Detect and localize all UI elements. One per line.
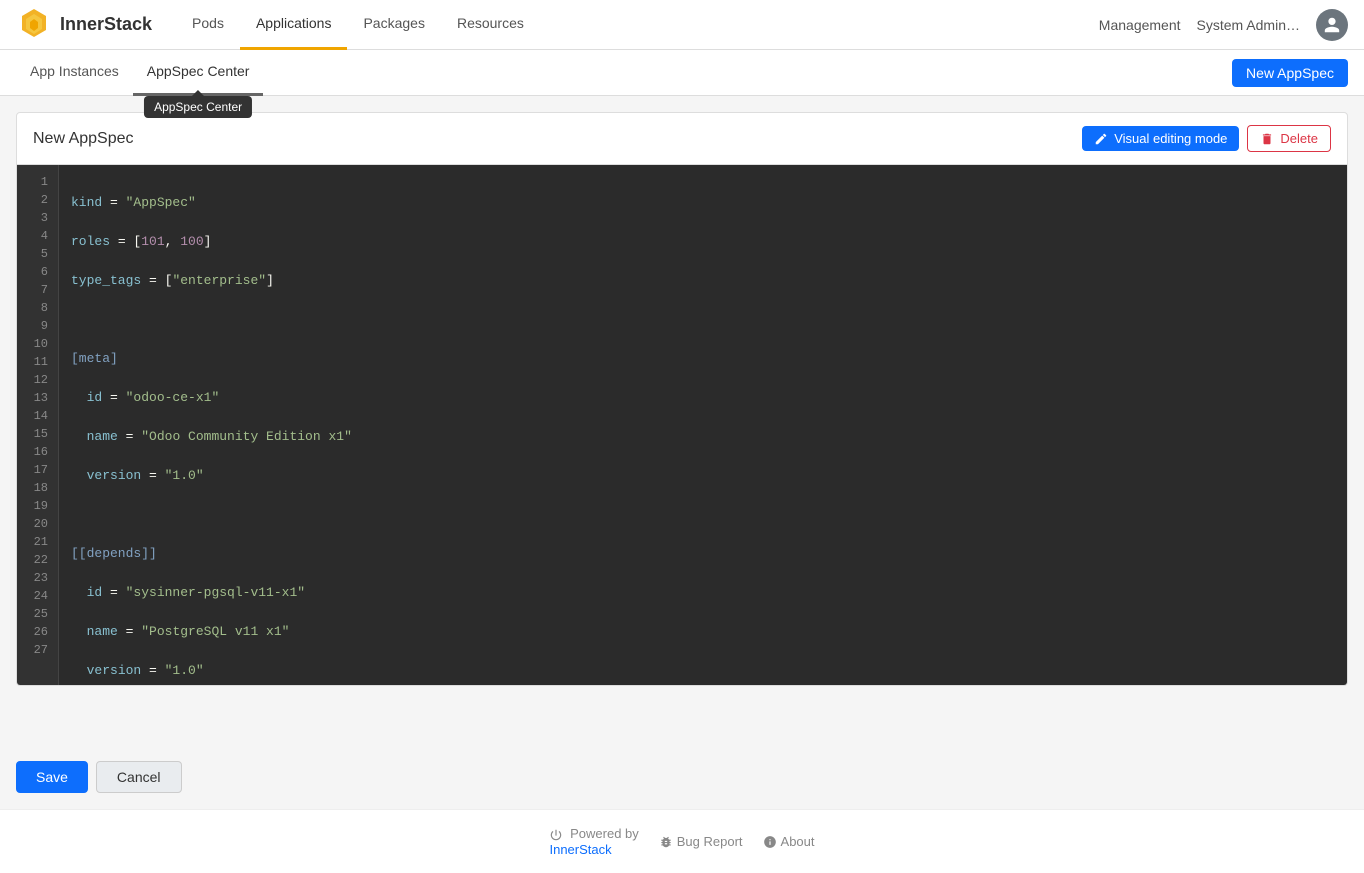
edit-icon [1094,132,1108,146]
nav-resources[interactable]: Resources [441,0,540,50]
bug-report-link[interactable]: Bug Report [659,834,743,849]
visual-editing-button[interactable]: Visual editing mode [1082,126,1239,151]
avatar[interactable] [1316,9,1348,41]
line-numbers: 1 2 3 4 5 6 7 8 9 10 11 12 13 14 15 16 1 [17,165,59,685]
code-editor[interactable]: 1 2 3 4 5 6 7 8 9 10 11 12 13 14 15 16 1 [17,165,1347,685]
bug-icon [659,835,673,849]
management-link[interactable]: Management [1099,17,1181,33]
delete-icon [1260,132,1274,146]
nav-applications[interactable]: Applications [240,0,348,50]
admin-label: System Admin… [1197,17,1300,33]
main-content: New AppSpec Visual editing mode Delete 1… [0,96,1364,745]
delete-button[interactable]: Delete [1247,125,1331,152]
power-icon [549,828,563,842]
subtab-appspec-center-wrapper: AppSpec Center AppSpec Center [133,50,264,96]
code-lines: 1 2 3 4 5 6 7 8 9 10 11 12 13 14 15 16 1 [17,165,1347,685]
new-appspec-button[interactable]: New AppSpec [1232,59,1348,87]
editor-header: New AppSpec Visual editing mode Delete [17,113,1347,165]
sub-tabs: App Instances AppSpec Center AppSpec Cen… [0,50,1364,96]
footer-brand-link[interactable]: InnerStack [549,842,638,857]
bottom-actions: Save Cancel [0,745,1364,809]
subtab-app-instances[interactable]: App Instances [16,50,133,96]
powered-by: Powered by InnerStack [549,826,638,857]
navbar: InnerStack Pods Applications Packages Re… [0,0,1364,50]
nav-links: Pods Applications Packages Resources [176,0,1099,50]
brand-name: InnerStack [60,14,152,35]
editor-title: New AppSpec [33,130,134,148]
editor-actions: Visual editing mode Delete [1082,125,1331,152]
nav-pods[interactable]: Pods [176,0,240,50]
cancel-button[interactable]: Cancel [96,761,182,793]
about-link[interactable]: About [763,834,815,849]
footer: Powered by InnerStack Bug Report About [0,809,1364,873]
brand-logo-link[interactable]: InnerStack [16,7,152,43]
save-button[interactable]: Save [16,761,88,793]
tooltip-appspec: AppSpec Center [144,96,252,118]
brand-logo-icon [16,7,52,43]
navbar-right: Management System Admin… [1099,9,1348,41]
nav-packages[interactable]: Packages [347,0,440,50]
code-content[interactable]: kind = "AppSpec" roles = [101, 100] type… [59,165,1347,685]
info-icon [763,835,777,849]
editor-card: New AppSpec Visual editing mode Delete 1… [16,112,1348,686]
